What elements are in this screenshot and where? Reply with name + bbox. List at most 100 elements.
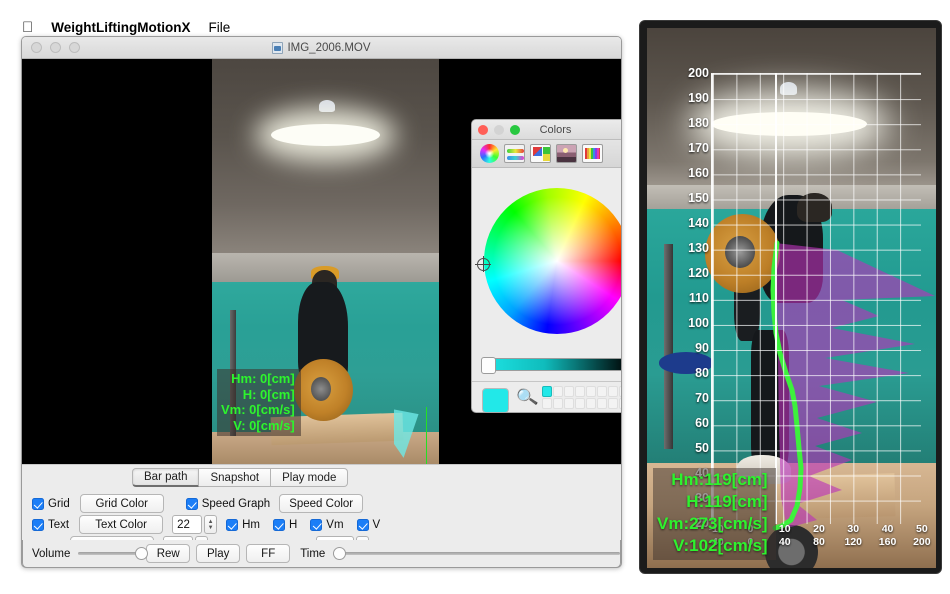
color-wheel[interactable] bbox=[484, 188, 621, 334]
swatch-item[interactable] bbox=[564, 386, 574, 397]
checkbox-check-icon bbox=[356, 518, 369, 531]
window-title-area: IMG_2006.MOV bbox=[22, 41, 621, 54]
vm-checkbox[interactable]: Vm bbox=[310, 518, 344, 531]
time-slider-track[interactable] bbox=[333, 552, 620, 555]
video-measurement-overlay: Hm: 0[cm] H: 0[cm] Vm: 0[cm/s] V: 0[cm/s… bbox=[217, 369, 301, 436]
overlay-line-h: H: 0[cm] bbox=[242, 386, 295, 402]
image-palette-icon[interactable] bbox=[556, 144, 577, 163]
font-size-input[interactable]: 22 bbox=[172, 515, 203, 534]
window-titlebar: IMG_2006.MOV bbox=[22, 37, 621, 59]
swatch-item[interactable] bbox=[564, 398, 574, 409]
text-color-button[interactable]: Text Color bbox=[79, 515, 164, 534]
y-tick-label: 50 bbox=[695, 441, 709, 455]
checkbox-check-icon bbox=[310, 518, 323, 531]
v-checkbox[interactable]: V bbox=[356, 518, 380, 531]
transport-bar: Volume Rew Play FF Time bbox=[22, 540, 621, 568]
color-wheel-icon[interactable] bbox=[480, 144, 499, 163]
h-checkbox[interactable]: H bbox=[272, 518, 298, 531]
volume-slider-track[interactable] bbox=[78, 552, 138, 555]
swatch-grid[interactable] bbox=[542, 386, 621, 409]
tab-bar-path[interactable]: Bar path bbox=[132, 468, 200, 487]
swatch-item[interactable] bbox=[575, 386, 585, 397]
play-button[interactable]: Play bbox=[196, 544, 241, 563]
swatch-item[interactable] bbox=[553, 398, 563, 409]
swatch-item[interactable] bbox=[586, 398, 596, 409]
swatch-item[interactable] bbox=[597, 386, 607, 397]
swatch-item[interactable] bbox=[608, 386, 618, 397]
h-checkbox-label: H bbox=[288, 518, 298, 531]
time-label: Time bbox=[300, 547, 326, 560]
swatch-item[interactable] bbox=[619, 398, 621, 409]
grid-checkbox[interactable]: Grid bbox=[32, 497, 70, 510]
video-stage[interactable]: Hm: 0[cm] H: 0[cm] Vm: 0[cm/s] V: 0[cm/s… bbox=[22, 59, 621, 464]
current-color-swatch[interactable] bbox=[482, 388, 509, 412]
y-tick-label: 180 bbox=[688, 116, 709, 130]
stepper-down-icon: ▼ bbox=[207, 524, 214, 531]
rew-button[interactable]: Rew bbox=[146, 544, 191, 563]
overlay-line-v: V: 0[cm/s] bbox=[233, 417, 295, 433]
speed-graph-checkbox[interactable]: Speed Graph bbox=[185, 497, 271, 510]
tab-snapshot[interactable]: Snapshot bbox=[199, 468, 272, 487]
video-frame[interactable]: Hm: 0[cm] H: 0[cm] Vm: 0[cm/s] V: 0[cm/s… bbox=[212, 59, 439, 464]
swatch-item[interactable] bbox=[542, 398, 552, 409]
swatch-item[interactable] bbox=[608, 398, 618, 409]
tab-play-mode[interactable]: Play mode bbox=[271, 468, 349, 487]
y-tick-label: 100 bbox=[688, 316, 709, 330]
y-axis-labels: 200 190 180 170 160 150 140 130 120 110 … bbox=[661, 66, 709, 530]
overlay-line-v: V:102[cm/s] bbox=[673, 536, 768, 555]
mode-tabs[interactable]: Bar path Snapshot Play mode bbox=[132, 468, 349, 487]
vertical-axis-line bbox=[775, 73, 777, 524]
grid-color-button[interactable]: Grid Color bbox=[79, 494, 164, 513]
x-tick-label-speed: 160 bbox=[878, 536, 897, 548]
y-tick-label: 70 bbox=[695, 391, 709, 405]
x-tick-label-position: 50 bbox=[915, 523, 928, 535]
swatch-item[interactable] bbox=[586, 386, 596, 397]
apple-logo-icon[interactable]:  bbox=[22, 20, 33, 35]
x-tick-label-speed: 120 bbox=[844, 536, 863, 548]
measurement-grid bbox=[711, 73, 921, 524]
color-palettes-icon[interactable] bbox=[530, 144, 551, 163]
grid-checkbox-label: Grid bbox=[48, 497, 70, 510]
speed-color-button[interactable]: Speed Color bbox=[279, 494, 364, 513]
controls-row-grid: Grid Grid Color Speed Graph Speed Color bbox=[32, 494, 364, 513]
font-size-stepper[interactable]: ▲ ▼ bbox=[204, 515, 218, 534]
color-wheel-area[interactable] bbox=[472, 168, 621, 364]
crayons-icon[interactable] bbox=[582, 144, 603, 163]
checkbox-check-icon bbox=[185, 497, 198, 510]
color-sliders-icon[interactable] bbox=[504, 144, 525, 163]
ff-button[interactable]: FF bbox=[246, 544, 291, 563]
time-slider-knob[interactable] bbox=[333, 547, 347, 560]
swatch-item[interactable] bbox=[542, 386, 552, 397]
swatch-item[interactable] bbox=[553, 386, 563, 397]
volume-slider[interactable] bbox=[78, 547, 149, 560]
colors-panel-divider bbox=[472, 381, 621, 382]
hm-checkbox-label: Hm bbox=[242, 518, 260, 531]
brightness-slider-knob[interactable] bbox=[481, 356, 496, 374]
main-app-window: IMG_2006.MOV Hm: 0[cm] H: 0[cm] Vm: 0[cm… bbox=[21, 36, 622, 568]
swatch-item[interactable] bbox=[575, 398, 585, 409]
hm-checkbox[interactable]: Hm bbox=[226, 518, 260, 531]
color-wheel-cursor[interactable] bbox=[475, 256, 491, 272]
app-name-menu[interactable]: WeightLiftingMotionX bbox=[51, 20, 190, 35]
y-tick-label: 170 bbox=[688, 141, 709, 155]
text-checkbox[interactable]: Text bbox=[32, 518, 69, 531]
volume-label: Volume bbox=[32, 547, 71, 560]
colors-panel-toolbar[interactable] bbox=[472, 140, 621, 168]
speed-graph-checkbox-label: Speed Graph bbox=[201, 497, 271, 510]
overlay-line-h: H:119[cm] bbox=[686, 492, 768, 511]
menu-item-file[interactable]: File bbox=[208, 20, 230, 35]
brightness-slider[interactable] bbox=[481, 356, 621, 374]
x-tick-label-position: 40 bbox=[881, 523, 894, 535]
y-tick-label: 200 bbox=[688, 66, 709, 80]
eyedropper-icon[interactable]: 🔍 bbox=[515, 386, 539, 411]
checkbox-check-icon bbox=[32, 518, 44, 531]
swatch-item[interactable] bbox=[597, 398, 607, 409]
ceiling-light bbox=[271, 123, 380, 147]
y-tick-label: 120 bbox=[688, 266, 709, 280]
swatch-item[interactable] bbox=[619, 386, 621, 397]
y-tick-label: 110 bbox=[688, 291, 709, 305]
time-slider[interactable] bbox=[333, 547, 620, 560]
overlay-line-hm: Hm:119[cm] bbox=[671, 470, 768, 489]
vm-checkbox-label: Vm bbox=[326, 518, 344, 531]
colors-panel[interactable]: Colors 🔍 bbox=[471, 119, 621, 413]
